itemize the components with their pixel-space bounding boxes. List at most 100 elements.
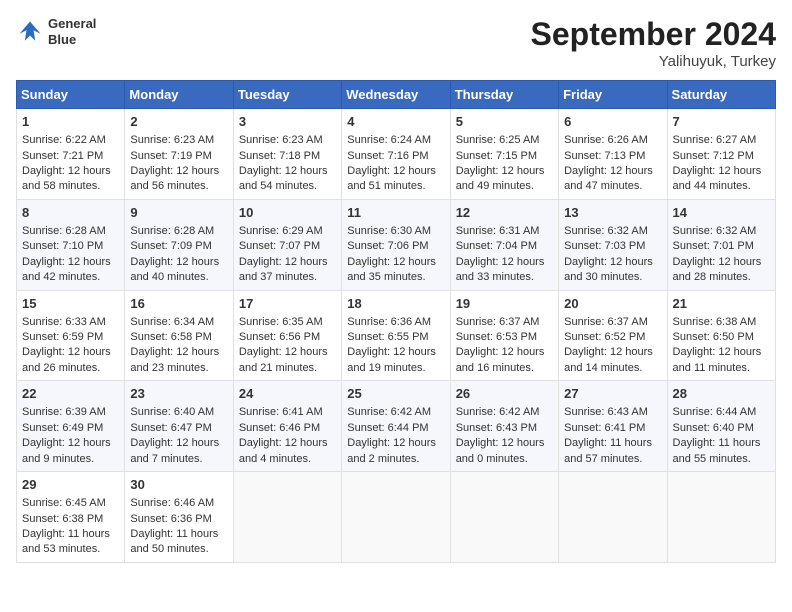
sunset-text: Sunset: 7:16 PM — [347, 149, 444, 164]
sunrise-text: Sunrise: 6:32 AM — [564, 224, 661, 239]
sunset-text: Sunset: 7:12 PM — [673, 149, 770, 164]
page-subtitle: Yalihuyuk, Turkey — [531, 53, 776, 70]
sunset-text: Sunset: 6:40 PM — [673, 421, 770, 436]
daylight-text: Daylight: 12 hours and 0 minutes. — [456, 436, 553, 467]
sunrise-text: Sunrise: 6:38 AM — [673, 315, 770, 330]
daylight-text: Daylight: 12 hours and 4 minutes. — [239, 436, 336, 467]
calendar-day-cell: 4Sunrise: 6:24 AMSunset: 7:16 PMDaylight… — [342, 109, 450, 200]
sunset-text: Sunset: 7:19 PM — [130, 149, 227, 164]
daylight-text: Daylight: 12 hours and 44 minutes. — [673, 164, 770, 195]
day-number: 26 — [456, 385, 553, 403]
sunrise-text: Sunrise: 6:37 AM — [564, 315, 661, 330]
sunset-text: Sunset: 6:55 PM — [347, 330, 444, 345]
day-number: 22 — [22, 385, 119, 403]
page-header: General Blue September 2024 Yalihuyuk, T… — [16, 16, 776, 70]
day-number: 29 — [22, 476, 119, 494]
sunrise-text: Sunrise: 6:28 AM — [130, 224, 227, 239]
sunset-text: Sunset: 6:38 PM — [22, 512, 119, 527]
logo-text: General Blue — [48, 16, 96, 47]
day-number: 14 — [673, 204, 770, 222]
daylight-text: Daylight: 12 hours and 56 minutes. — [130, 164, 227, 195]
sunrise-text: Sunrise: 6:23 AM — [239, 133, 336, 148]
sunset-text: Sunset: 7:03 PM — [564, 239, 661, 254]
sunrise-text: Sunrise: 6:28 AM — [22, 224, 119, 239]
sunset-text: Sunset: 6:59 PM — [22, 330, 119, 345]
calendar-day-cell: 13Sunrise: 6:32 AMSunset: 7:03 PMDayligh… — [559, 199, 667, 290]
calendar-day-cell: 12 Sunrise: 6:31 AMSunset: 7:04 PMDayligh… — [450, 199, 558, 290]
daylight-text: Daylight: 12 hours and 23 minutes. — [130, 345, 227, 376]
sunset-text: Sunset: 7:15 PM — [456, 149, 553, 164]
title-block: September 2024 Yalihuyuk, Turkey — [531, 16, 776, 70]
calendar-day-cell: 2Sunrise: 6:23 AMSunset: 7:19 PMDaylight… — [125, 109, 233, 200]
day-number: 25 — [347, 385, 444, 403]
calendar-day-cell: 30Sunrise: 6:46 AMSunset: 6:36 PMDayligh… — [125, 472, 233, 563]
sunrise-text: Sunrise: 6:32 AM — [673, 224, 770, 239]
sunrise-text: Sunrise: 6:39 AM — [22, 405, 119, 420]
sunrise-text: Sunrise: 6:34 AM — [130, 315, 227, 330]
day-number: 23 — [130, 385, 227, 403]
calendar-day-cell: 9Sunrise: 6:28 AMSunset: 7:09 PMDaylight… — [125, 199, 233, 290]
sunrise-text: Sunrise: 6:27 AM — [673, 133, 770, 148]
day-number: 13 — [564, 204, 661, 222]
calendar-day-cell: 15 Sunrise: 6:33 AMSunset: 6:59 PMDayligh… — [17, 290, 125, 381]
sunset-text: Sunset: 7:09 PM — [130, 239, 227, 254]
day-number: 8 — [22, 204, 119, 222]
sunrise-text: Sunrise: 6:33 AM — [22, 315, 119, 330]
day-number: 11 — [347, 204, 444, 222]
calendar-day-cell: 24Sunrise: 6:41 AMSunset: 6:46 PMDayligh… — [233, 381, 341, 472]
sunrise-text: Sunrise: 6:35 AM — [239, 315, 336, 330]
calendar-day-cell: 16 Sunrise: 6:34 AMSunset: 6:58 PMDayligh… — [125, 290, 233, 381]
daylight-text: Daylight: 12 hours and 42 minutes. — [22, 255, 119, 286]
day-number: 28 — [673, 385, 770, 403]
weekday-header: Tuesday — [233, 81, 341, 109]
daylight-text: Daylight: 12 hours and 26 minutes. — [22, 345, 119, 376]
calendar-day-cell: 7Sunrise: 6:27 AMSunset: 7:12 PMDaylight… — [667, 109, 775, 200]
daylight-text: Daylight: 12 hours and 19 minutes. — [347, 345, 444, 376]
day-number: 27 — [564, 385, 661, 403]
calendar-day-cell — [450, 472, 558, 563]
daylight-text: Daylight: 12 hours and 51 minutes. — [347, 164, 444, 195]
daylight-text: Daylight: 12 hours and 33 minutes. — [456, 255, 553, 286]
weekday-header: Friday — [559, 81, 667, 109]
calendar-day-cell: 8Sunrise: 6:28 AMSunset: 7:10 PMDaylight… — [17, 199, 125, 290]
sunrise-text: Sunrise: 6:25 AM — [456, 133, 553, 148]
sunrise-text: Sunrise: 6:31 AM — [456, 224, 553, 239]
day-number: 15 — [22, 295, 119, 313]
calendar-day-cell — [342, 472, 450, 563]
page-title: September 2024 — [531, 16, 776, 53]
weekday-header: Saturday — [667, 81, 775, 109]
calendar-day-cell: 25Sunrise: 6:42 AMSunset: 6:44 PMDayligh… — [342, 381, 450, 472]
daylight-text: Daylight: 12 hours and 47 minutes. — [564, 164, 661, 195]
sunset-text: Sunset: 6:41 PM — [564, 421, 661, 436]
sunrise-text: Sunrise: 6:42 AM — [347, 405, 444, 420]
sunset-text: Sunset: 6:52 PM — [564, 330, 661, 345]
day-number: 19 — [456, 295, 553, 313]
daylight-text: Daylight: 12 hours and 54 minutes. — [239, 164, 336, 195]
calendar-day-cell: 1Sunrise: 6:22 AMSunset: 7:21 PMDaylight… — [17, 109, 125, 200]
logo-icon — [16, 18, 44, 46]
sunrise-text: Sunrise: 6:36 AM — [347, 315, 444, 330]
calendar-day-cell: 22Sunrise: 6:39 AMSunset: 6:49 PMDayligh… — [17, 381, 125, 472]
sunset-text: Sunset: 7:01 PM — [673, 239, 770, 254]
day-number: 12 — [456, 204, 553, 222]
daylight-text: Daylight: 11 hours and 55 minutes. — [673, 436, 770, 467]
sunrise-text: Sunrise: 6:45 AM — [22, 496, 119, 511]
day-number: 2 — [130, 113, 227, 131]
calendar-week-row: 22Sunrise: 6:39 AMSunset: 6:49 PMDayligh… — [17, 381, 776, 472]
day-number: 4 — [347, 113, 444, 131]
sunset-text: Sunset: 7:06 PM — [347, 239, 444, 254]
daylight-text: Daylight: 12 hours and 16 minutes. — [456, 345, 553, 376]
sunset-text: Sunset: 6:58 PM — [130, 330, 227, 345]
sunset-text: Sunset: 7:04 PM — [456, 239, 553, 254]
logo-line1: General — [48, 16, 96, 32]
calendar-day-cell: 10Sunrise: 6:29 AMSunset: 7:07 PMDayligh… — [233, 199, 341, 290]
weekday-header: Monday — [125, 81, 233, 109]
calendar-day-cell: 3Sunrise: 6:23 AMSunset: 7:18 PMDaylight… — [233, 109, 341, 200]
calendar-day-cell — [667, 472, 775, 563]
daylight-text: Daylight: 12 hours and 40 minutes. — [130, 255, 227, 286]
day-number: 16 — [130, 295, 227, 313]
daylight-text: Daylight: 12 hours and 58 minutes. — [22, 164, 119, 195]
calendar-day-cell: 11Sunrise: 6:30 AMSunset: 7:06 PMDayligh… — [342, 199, 450, 290]
calendar-day-cell — [233, 472, 341, 563]
daylight-text: Daylight: 12 hours and 9 minutes. — [22, 436, 119, 467]
